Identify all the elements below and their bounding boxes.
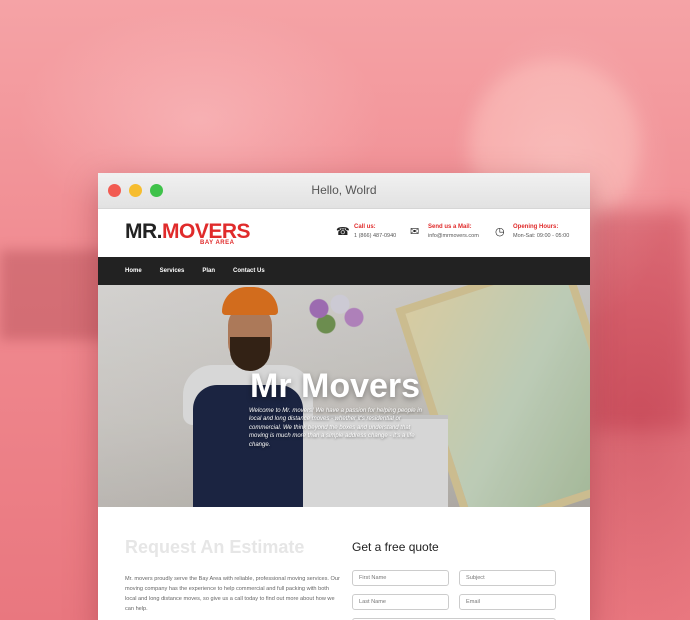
logo-tagline: BAY AREA (200, 240, 235, 246)
call-label: Call us: (354, 224, 376, 230)
mail-icon: ✉ (410, 226, 420, 238)
logo-mr: MR. (125, 220, 163, 243)
first-name-field[interactable]: First Name (352, 570, 449, 586)
nav-item-contact-us[interactable]: Contact Us (233, 268, 265, 274)
nav-item-home[interactable]: Home (125, 268, 142, 274)
last-name-field[interactable]: Last Name (352, 594, 449, 610)
nav-item-services[interactable]: Services (160, 268, 185, 274)
site-logo[interactable]: MR.MOVERS BAY AREA (125, 220, 251, 246)
mail-value[interactable]: info@mrmovers.com (428, 233, 479, 239)
call-value[interactable]: 1 (866) 487-0940 (354, 233, 396, 239)
clock-icon: ◷ (495, 226, 505, 238)
hours-label: Opening Hours: (513, 224, 559, 230)
quote-heading: Get a free quote (352, 540, 439, 554)
hero-text: Welcome to Mr. movers! We have a passion… (249, 408, 422, 448)
contact-call: ☎ Call us: 1 (866) 487-0940 (336, 224, 396, 239)
nav-item-plan[interactable]: Plan (202, 268, 215, 274)
estimate-heading: Request An Estimate (125, 537, 305, 557)
estimate-text: Mr. movers proudly serve the Bay Area wi… (125, 576, 340, 612)
browser-window: Hello, Wolrd MR.MOVERS BAY AREA ☎ Call u… (98, 173, 590, 620)
hero-banner: Mr Movers Welcome to Mr. movers! We have… (98, 285, 590, 507)
email-field[interactable]: Email (459, 594, 556, 610)
hero-title: Mr Movers (250, 367, 421, 405)
mail-label: Send us a Mail: (428, 224, 472, 230)
contact-mail: ✉ Send us a Mail: info@mrmovers.com (410, 224, 479, 239)
window-titlebar: Hello, Wolrd (98, 173, 590, 209)
window-title: Hello, Wolrd (311, 183, 377, 197)
site-header: MR.MOVERS BAY AREA ☎ Call us: 1 (866) 48… (98, 209, 590, 257)
main-nav: Home Services Plan Contact Us (98, 257, 590, 285)
subject-field[interactable]: Subject (459, 570, 556, 586)
estimate-section: Request An Estimate Mr. movers proudly s… (98, 507, 590, 620)
contact-hours: ◷ Opening Hours: Mon-Sat: 09:00 - 05:00 (495, 224, 569, 239)
phone-icon: ☎ (336, 226, 350, 238)
hours-value: Mon-Sat: 09:00 - 05:00 (513, 233, 570, 239)
